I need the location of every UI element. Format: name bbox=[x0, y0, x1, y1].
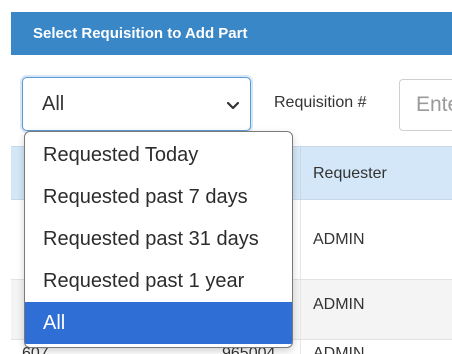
dialog-title: Select Requisition to Add Part bbox=[33, 25, 248, 42]
requisition-number-input[interactable]: Ente bbox=[399, 79, 452, 131]
requisition-number-label: Requisition # bbox=[274, 94, 367, 111]
date-filter-dropdown: Requested Today Requested past 7 days Re… bbox=[24, 131, 293, 348]
column-divider bbox=[300, 200, 301, 279]
requisition-number-placeholder: Ente bbox=[416, 93, 452, 116]
column-divider bbox=[300, 147, 301, 201]
column-divider bbox=[300, 340, 301, 354]
dialog-header: Select Requisition to Add Part bbox=[11, 12, 452, 55]
option-all[interactable]: All bbox=[25, 302, 292, 344]
date-filter-value: All bbox=[42, 92, 65, 115]
option-requested-past-31-days[interactable]: Requested past 31 days bbox=[25, 218, 292, 260]
chevron-down-icon bbox=[225, 96, 241, 112]
option-requested-today[interactable]: Requested Today bbox=[25, 134, 292, 176]
option-requested-past-1-year[interactable]: Requested past 1 year bbox=[25, 260, 292, 302]
column-divider bbox=[300, 280, 301, 339]
row-2-requester: ADMIN bbox=[313, 296, 365, 313]
row-3-requester: ADMIN bbox=[313, 345, 365, 354]
date-filter-select[interactable]: All bbox=[22, 77, 251, 131]
option-requested-past-7-days[interactable]: Requested past 7 days bbox=[25, 176, 292, 218]
row-1-requester: ADMIN bbox=[313, 231, 365, 248]
column-header-requester[interactable]: Requester bbox=[313, 165, 387, 183]
